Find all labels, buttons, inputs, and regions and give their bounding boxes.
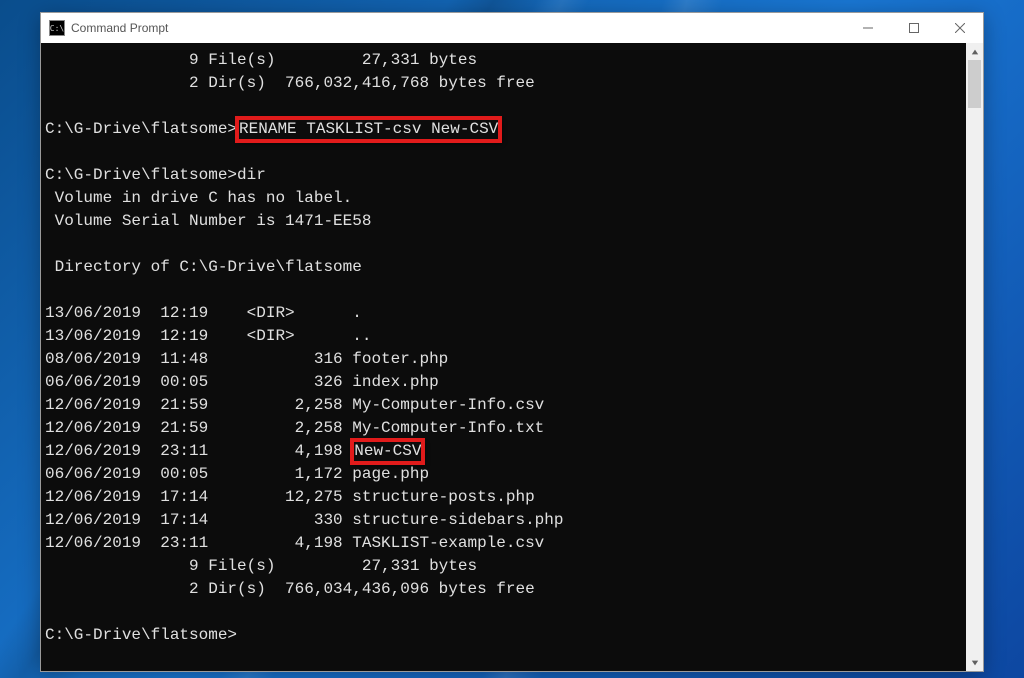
dir-listing-row: 12/06/2019 21:59 2,258 My-Computer-Info.… bbox=[45, 396, 544, 414]
dir-listing-row: 12/06/2019 23:11 4,198 New-CSV bbox=[45, 442, 423, 460]
close-button[interactable] bbox=[937, 13, 983, 43]
scroll-up-arrow-icon[interactable] bbox=[966, 43, 983, 60]
file-name: My-Computer-Info.txt bbox=[352, 419, 544, 437]
file-name: structure-posts.php bbox=[352, 488, 534, 506]
vertical-scrollbar[interactable] bbox=[966, 43, 983, 671]
summary-files-line: 9 File(s) 27,331 bytes bbox=[45, 557, 477, 575]
file-name: footer.php bbox=[352, 350, 448, 368]
terminal-output[interactable]: 9 File(s) 27,331 bytes 2 Dir(s) 766,032,… bbox=[41, 43, 965, 671]
cmd-icon: C:\ bbox=[49, 20, 65, 36]
dir-command: dir bbox=[237, 166, 266, 184]
minimize-button[interactable] bbox=[845, 13, 891, 43]
file-name: structure-sidebars.php bbox=[352, 511, 563, 529]
volume-serial-line: Volume Serial Number is 1471-EE58 bbox=[45, 212, 371, 230]
dir-listing-row: 13/06/2019 12:19 <DIR> . bbox=[45, 304, 362, 322]
titlebar[interactable]: C:\ Command Prompt bbox=[41, 13, 983, 43]
scrollbar-thumb[interactable] bbox=[968, 60, 981, 108]
maximize-button[interactable] bbox=[891, 13, 937, 43]
dir-listing-row: 12/06/2019 23:11 4,198 TASKLIST-example.… bbox=[45, 534, 544, 552]
terminal-client-area: 9 File(s) 27,331 bytes 2 Dir(s) 766,032,… bbox=[41, 43, 983, 671]
dir-listing-row: 12/06/2019 21:59 2,258 My-Computer-Info.… bbox=[45, 419, 544, 437]
file-name: page.php bbox=[352, 465, 429, 483]
directory-of-line: Directory of C:\G-Drive\flatsome bbox=[45, 258, 362, 276]
prompt-path: C:\G-Drive\flatsome> bbox=[45, 166, 237, 184]
summary-dirs-line: 2 Dir(s) 766,034,436,096 bytes free bbox=[45, 580, 535, 598]
dir-listing-row: 06/06/2019 00:05 1,172 page.php bbox=[45, 465, 429, 483]
scrollbar-track[interactable] bbox=[966, 60, 983, 654]
window-title: Command Prompt bbox=[71, 21, 168, 35]
file-name: . bbox=[352, 304, 362, 322]
dir-listing-row: 12/06/2019 17:14 330 structure-sidebars.… bbox=[45, 511, 563, 529]
file-name: index.php bbox=[352, 373, 438, 391]
prompt-path: C:\G-Drive\flatsome> bbox=[45, 120, 237, 138]
file-name: My-Computer-Info.csv bbox=[352, 396, 544, 414]
file-name-highlight: New-CSV bbox=[352, 440, 423, 463]
scroll-down-arrow-icon[interactable] bbox=[966, 654, 983, 671]
prompt-path[interactable]: C:\G-Drive\flatsome> bbox=[45, 626, 237, 644]
command-prompt-window: C:\ Command Prompt 9 File(s) 27,331 byte… bbox=[40, 12, 984, 672]
dir-listing-row: 06/06/2019 00:05 326 index.php bbox=[45, 373, 439, 391]
dir-listing-row: 08/06/2019 11:48 316 footer.php bbox=[45, 350, 448, 368]
rename-command-highlight: RENAME TASKLIST-csv New-CSV bbox=[237, 118, 500, 141]
file-name: .. bbox=[352, 327, 371, 345]
dir-listing-row: 13/06/2019 12:19 <DIR> .. bbox=[45, 327, 371, 345]
volume-line: Volume in drive C has no label. bbox=[45, 189, 352, 207]
dir-listing-row: 12/06/2019 17:14 12,275 structure-posts.… bbox=[45, 488, 535, 506]
file-name: TASKLIST-example.csv bbox=[352, 534, 544, 552]
summary-dirs-line: 2 Dir(s) 766,032,416,768 bytes free bbox=[45, 74, 535, 92]
summary-files-line: 9 File(s) 27,331 bytes bbox=[45, 51, 477, 69]
